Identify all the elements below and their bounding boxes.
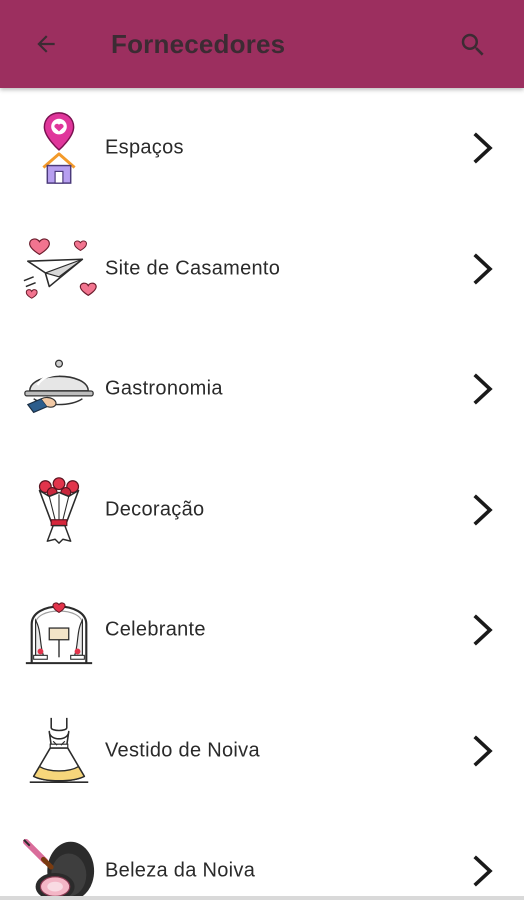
chevron-right-icon [473, 614, 493, 646]
list-item-beleza-da-noiva[interactable]: Beleza da Noiva [0, 811, 524, 900]
list-item-vestido-de-noiva[interactable]: Vestido de Noiva [0, 691, 524, 812]
makeup-compact-icon [22, 839, 95, 900]
page-title: Fornecedores [111, 29, 286, 59]
cloche-icon [24, 359, 94, 414]
chevron-right-icon [473, 494, 493, 526]
chevron-right-icon [473, 253, 493, 285]
list-item-label: Vestido de Noiva [105, 739, 260, 762]
list-item-decoracao[interactable]: Decoração [0, 450, 524, 571]
venue-pin-icon [42, 112, 76, 185]
app-bar: Fornecedores [0, 0, 524, 88]
paper-plane-hearts-icon [23, 238, 97, 299]
list-item-site-de-casamento[interactable]: Site de Casamento [0, 209, 524, 330]
list-item-celebrante[interactable]: Celebrante [0, 570, 524, 691]
search-icon [461, 33, 484, 56]
search-button[interactable] [454, 26, 492, 64]
chevron-right-icon [473, 855, 493, 887]
wedding-dress-icon [29, 717, 89, 783]
chevron-right-icon [473, 132, 493, 164]
list-item-label: Decoração [105, 498, 205, 521]
chevron-right-icon [473, 735, 493, 767]
arrow-back-icon [37, 35, 55, 53]
list-item-espacos[interactable]: Espaços [0, 88, 524, 209]
list-item-label: Gastronomia [105, 377, 223, 400]
supplier-list: Espaços Site de Casamento Gastronomia De… [0, 88, 524, 900]
list-item-gastronomia[interactable]: Gastronomia [0, 329, 524, 450]
back-button[interactable] [28, 26, 64, 62]
list-item-label: Espaços [105, 136, 184, 159]
divider [0, 896, 524, 900]
list-item-label: Celebrante [105, 618, 206, 641]
chevron-right-icon [473, 373, 493, 405]
flower-bouquet-icon [38, 476, 80, 544]
list-item-label: Site de Casamento [105, 257, 281, 280]
list-item-label: Beleza da Noiva [105, 859, 256, 882]
wedding-arch-icon [25, 602, 93, 665]
